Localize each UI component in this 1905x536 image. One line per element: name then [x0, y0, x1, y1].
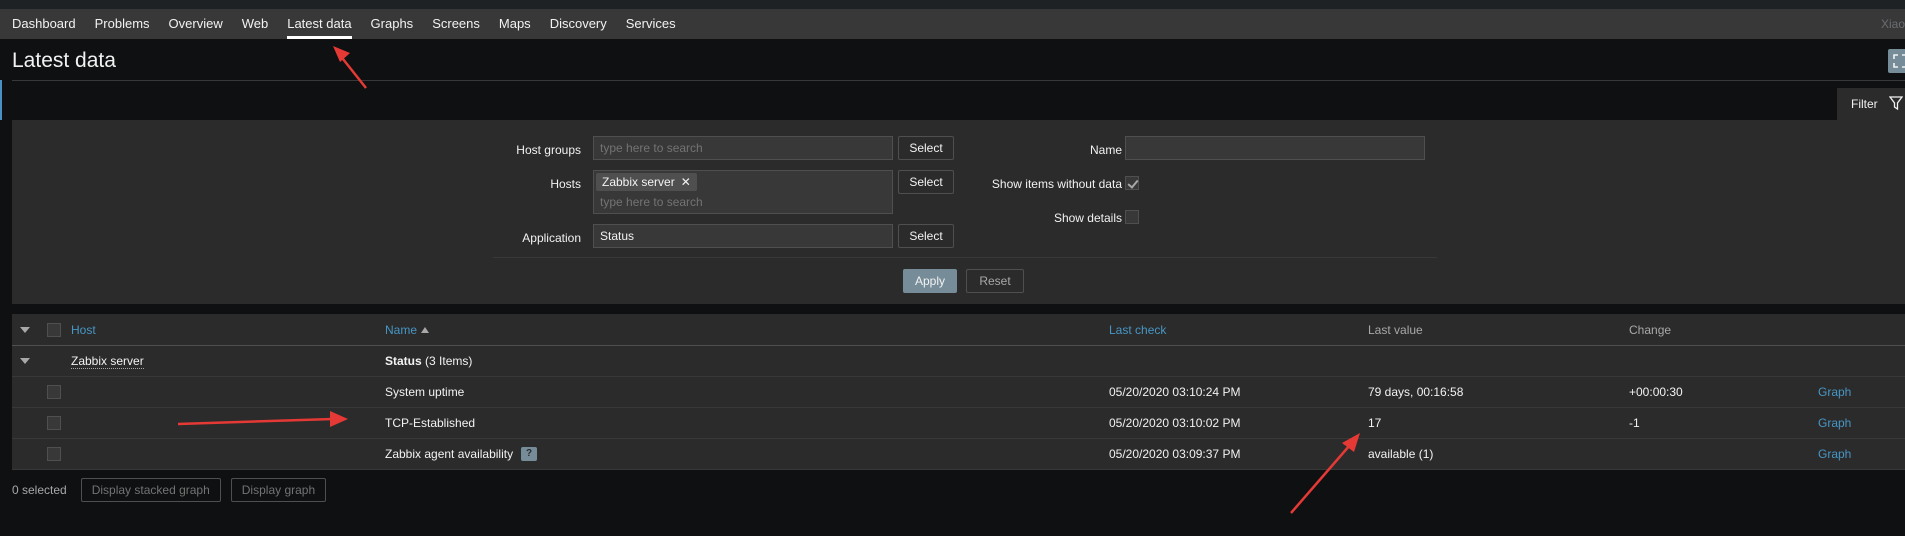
item-change: +00:00:30 — [1629, 385, 1683, 399]
hosts-label: Hosts — [550, 177, 581, 191]
item-last-check: 05/20/2020 03:10:02 PM — [1109, 416, 1241, 430]
graph-link[interactable]: Graph — [1818, 408, 1851, 438]
item-last-value: 17 — [1368, 416, 1382, 430]
page-title: Latest data — [12, 49, 116, 72]
application-select-button[interactable]: Select — [898, 224, 954, 248]
column-host[interactable]: Host — [71, 314, 96, 345]
host-groups-select-button[interactable]: Select — [898, 136, 954, 160]
collapse-all-toggle[interactable] — [20, 314, 30, 345]
graph-link[interactable]: Graph — [1818, 377, 1851, 407]
application-name: Status — [385, 354, 422, 368]
nav-maps[interactable]: Maps — [499, 9, 531, 39]
group-collapse-icon — [20, 358, 30, 364]
table-row: System uptime 05/20/2020 03:10:24 PM 79 … — [12, 377, 1905, 408]
table-header: Host Name Last check Last value Change — [12, 314, 1905, 346]
row-checkbox[interactable] — [47, 416, 61, 430]
item-change: -1 — [1629, 416, 1640, 430]
table-footer: 0 selected Display stacked graph Display… — [12, 478, 336, 502]
annotation-arrow-nav — [333, 46, 367, 89]
filter-icon — [1889, 96, 1903, 110]
item-last-check: 05/20/2020 03:09:37 PM — [1109, 447, 1241, 461]
nav-web[interactable]: Web — [242, 9, 269, 39]
nav-screens[interactable]: Screens — [432, 9, 480, 39]
group-host: Zabbix server — [71, 346, 144, 376]
filter-divider — [493, 257, 1437, 258]
display-graph-button[interactable]: Display graph — [230, 478, 327, 502]
display-stacked-graph-button[interactable]: Display stacked graph — [80, 478, 221, 502]
column-name-label: Name — [385, 322, 418, 337]
group-host-link[interactable]: Zabbix server — [71, 354, 144, 369]
group-toggle[interactable] — [20, 346, 30, 376]
fullscreen-icon — [1893, 54, 1905, 68]
hosts-placeholder: type here to search — [600, 195, 703, 209]
latest-data-table: Host Name Last check Last value Change Z… — [12, 314, 1905, 470]
group-application: Status (3 Items) — [385, 346, 472, 376]
row-checkbox[interactable] — [47, 447, 61, 461]
item-last-value: available (1) — [1368, 447, 1434, 461]
left-accent-bar — [0, 80, 2, 120]
nav-problems[interactable]: Problems — [95, 9, 150, 39]
host-tag-label: Zabbix server — [602, 175, 675, 189]
application-count: (3 Items) — [425, 354, 473, 368]
main-navigation: Dashboard Problems Overview Web Latest d… — [0, 9, 1905, 39]
nav-discovery[interactable]: Discovery — [550, 9, 607, 39]
host-groups-label: Host groups — [516, 143, 581, 157]
collapse-all-icon — [20, 326, 30, 333]
name-label: Name — [1089, 143, 1122, 157]
application-input[interactable]: Status — [593, 224, 893, 248]
sort-asc-icon — [421, 326, 430, 333]
item-last-value: 79 days, 00:16:58 — [1368, 385, 1464, 399]
application-label: Application — [522, 231, 581, 245]
group-row: Zabbix server Status (3 Items) — [12, 346, 1905, 377]
show-details-label: Show details — [1053, 211, 1122, 225]
nav-caret-icon — [157, 0, 169, 6]
top-strip — [0, 0, 1905, 9]
column-change: Change — [1629, 322, 1672, 337]
selected-count: 0 selected — [12, 483, 67, 497]
host-groups-placeholder: type here to search — [600, 141, 703, 155]
remove-tag-icon[interactable]: ✕ — [681, 175, 691, 189]
item-last-check: 05/20/2020 03:10:24 PM — [1109, 385, 1241, 399]
nav-services[interactable]: Services — [626, 9, 676, 39]
nav-graphs[interactable]: Graphs — [371, 9, 414, 39]
user-name[interactable]: Xiao — [1881, 9, 1905, 39]
filter-tab[interactable]: Filter — [1837, 88, 1905, 120]
row-checkbox[interactable] — [47, 385, 61, 399]
nav-overview[interactable]: Overview — [169, 9, 223, 39]
item-name: System uptime — [385, 385, 465, 399]
show-without-data-checkbox[interactable] — [1125, 176, 1139, 190]
title-divider — [12, 80, 1905, 81]
apply-button[interactable]: Apply — [903, 269, 957, 293]
host-groups-input[interactable]: type here to search — [593, 136, 893, 160]
reset-button[interactable]: Reset — [966, 269, 1024, 293]
column-last-value: Last value — [1368, 322, 1423, 337]
table-row: TCP-Established 05/20/2020 03:10:02 PM 1… — [12, 408, 1905, 439]
nav-dashboard[interactable]: Dashboard — [12, 9, 76, 39]
column-name[interactable]: Name — [385, 314, 430, 345]
show-details-checkbox[interactable] — [1125, 210, 1139, 224]
filter-panel: Host groups type here to search Select H… — [12, 120, 1905, 304]
help-icon[interactable]: ? — [521, 447, 538, 461]
host-tag: Zabbix server ✕ — [596, 173, 697, 191]
graph-link[interactable]: Graph — [1818, 439, 1851, 469]
select-all-checkbox[interactable] — [47, 322, 61, 337]
table-row: Zabbix agent availability? 05/20/2020 03… — [12, 439, 1905, 470]
item-name-cell: Zabbix agent availability? — [385, 439, 538, 469]
filter-tab-label: Filter — [1851, 97, 1878, 111]
show-without-data-label: Show items without data — [991, 177, 1122, 191]
nav-latest-data[interactable]: Latest data — [287, 9, 352, 39]
column-last-check[interactable]: Last check — [1109, 314, 1166, 345]
name-input[interactable] — [1125, 136, 1425, 160]
item-name: Zabbix agent availability — [385, 447, 514, 461]
fullscreen-button[interactable] — [1888, 49, 1905, 73]
item-name: TCP-Established — [385, 416, 476, 430]
